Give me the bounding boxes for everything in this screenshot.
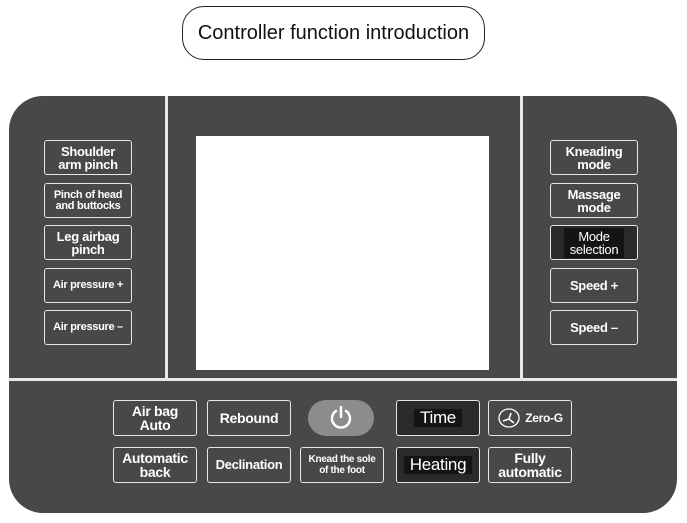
divider bbox=[165, 96, 168, 378]
button-label: Speed + bbox=[569, 278, 619, 293]
button-label: Speed – bbox=[570, 320, 618, 335]
button-label: Massage mode bbox=[567, 186, 621, 215]
button-label: Air pressure – bbox=[53, 321, 123, 333]
time-button[interactable]: Time bbox=[396, 400, 480, 436]
button-label: Declination bbox=[215, 457, 283, 472]
button-label: Mode selection bbox=[563, 227, 625, 258]
rebound-button[interactable]: Rebound bbox=[207, 400, 291, 436]
airbag-auto-button[interactable]: Air bag Auto bbox=[113, 400, 197, 436]
leg-airbag-pinch-button[interactable]: Leg airbag pinch bbox=[44, 225, 132, 260]
button-label: Air pressure + bbox=[52, 279, 124, 291]
massage-mode-button[interactable]: Massage mode bbox=[550, 183, 638, 218]
air-pressure-up-button[interactable]: Air pressure + bbox=[44, 268, 132, 303]
button-label: Zero-G bbox=[525, 411, 563, 425]
button-label: Pinch of head and buttocks bbox=[53, 188, 123, 212]
heating-button[interactable]: Heating bbox=[396, 447, 480, 483]
button-label: Fully automatic bbox=[498, 450, 562, 480]
zero-g-button[interactable]: Zero-G bbox=[488, 400, 572, 436]
automatic-back-button[interactable]: Automatic back bbox=[113, 447, 197, 483]
button-label: Time bbox=[414, 409, 462, 427]
mode-selection-button[interactable]: Mode selection bbox=[550, 225, 638, 260]
diagram-title: Controller function introduction bbox=[182, 6, 485, 60]
divider bbox=[9, 378, 677, 381]
declination-button[interactable]: Declination bbox=[207, 447, 291, 483]
button-label: Kneading mode bbox=[565, 143, 623, 172]
kneading-mode-button[interactable]: Kneading mode bbox=[550, 140, 638, 175]
button-label: Automatic back bbox=[122, 450, 188, 480]
button-label: Heating bbox=[403, 456, 473, 474]
display-screen bbox=[196, 136, 489, 370]
controller-panel: Shoulder arm pinch Pinch of head and but… bbox=[9, 96, 677, 513]
knead-foot-sole-button[interactable]: Knead the sole of the foot bbox=[300, 447, 384, 483]
shoulder-arm-pinch-button[interactable]: Shoulder arm pinch bbox=[44, 140, 132, 175]
button-label: Air bag Auto bbox=[131, 403, 179, 433]
power-icon bbox=[330, 405, 352, 429]
fully-automatic-button[interactable]: Fully automatic bbox=[488, 447, 572, 483]
power-button[interactable] bbox=[308, 400, 374, 436]
button-label: Knead the sole of the foot bbox=[308, 454, 376, 476]
zero-gravity-chair-icon bbox=[498, 408, 520, 428]
speed-down-button[interactable]: Speed – bbox=[550, 310, 638, 345]
divider bbox=[520, 96, 523, 378]
pinch-head-buttocks-button[interactable]: Pinch of head and buttocks bbox=[44, 183, 132, 218]
air-pressure-down-button[interactable]: Air pressure – bbox=[44, 310, 132, 345]
button-label: Leg airbag pinch bbox=[56, 228, 120, 257]
button-label: Rebound bbox=[219, 410, 279, 426]
button-label: Shoulder arm pinch bbox=[58, 143, 118, 172]
speed-up-button[interactable]: Speed + bbox=[550, 268, 638, 303]
